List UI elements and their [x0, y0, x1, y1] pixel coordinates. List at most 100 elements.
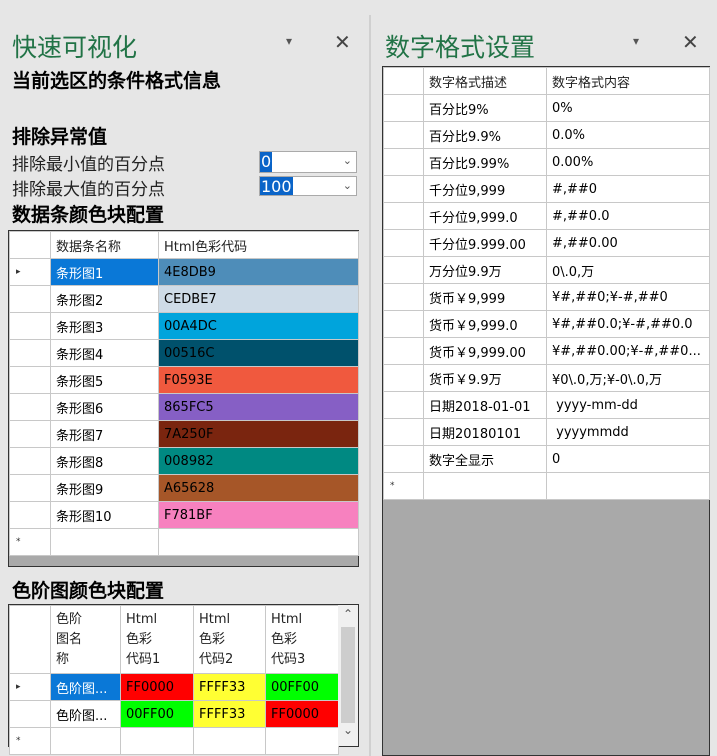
row-header[interactable]: ▸	[9, 258, 51, 286]
table-row[interactable]: 日期20180101 yyyymmdd	[383, 418, 710, 446]
table-row[interactable]: 千分位9.999.00 #,##0.00	[383, 229, 710, 257]
empty-cell[interactable]	[193, 727, 266, 755]
row-header[interactable]	[383, 148, 424, 176]
format-content-cell[interactable]: #,##0.00	[546, 229, 710, 257]
scale-name-cell[interactable]: 色阶图...	[50, 673, 121, 701]
format-content-cell[interactable]: ¥#,##0;¥-#,##0	[546, 283, 710, 311]
scale-color-cell[interactable]: 00FF00	[120, 700, 194, 728]
empty-cell[interactable]	[158, 528, 359, 556]
row-header[interactable]	[9, 700, 51, 728]
row-header[interactable]	[9, 447, 51, 475]
new-row[interactable]: *	[9, 528, 359, 556]
panel-splitter[interactable]	[369, 15, 371, 756]
format-desc-cell[interactable]: 货币￥9,999.00	[423, 337, 547, 365]
close-icon[interactable]: ✕	[682, 30, 699, 54]
format-desc-cell[interactable]: 日期2018-01-01	[423, 391, 547, 419]
close-icon[interactable]: ✕	[334, 30, 351, 54]
databar-color-cell[interactable]: 00A4DC	[158, 312, 359, 340]
row-header[interactable]	[383, 337, 424, 365]
scale-name-cell[interactable]: 色阶图...	[50, 700, 121, 728]
col-header-format[interactable]: 数字格式内容	[546, 67, 710, 95]
row-header[interactable]	[383, 364, 424, 392]
row-header[interactable]	[383, 283, 424, 311]
format-content-cell[interactable]: #,##0	[546, 175, 710, 203]
table-row[interactable]: ▸ 色阶图... FF0000 FFFF33 00FF00	[9, 673, 339, 701]
table-row[interactable]: 条形图3 00A4DC	[9, 312, 359, 340]
row-header[interactable]	[383, 391, 424, 419]
row-header[interactable]	[383, 229, 424, 257]
empty-cell[interactable]	[423, 472, 547, 500]
table-row[interactable]: 万分位9.9万 0\.0,万	[383, 256, 710, 284]
scale-color-cell[interactable]: FF0000	[265, 700, 339, 728]
table-row[interactable]: 条形图6 865FC5	[9, 393, 359, 421]
format-content-cell[interactable]: 0%	[546, 94, 710, 122]
col-header-code[interactable]: Html色彩代码	[158, 231, 359, 259]
scale-color-cell[interactable]: FFFF33	[193, 673, 266, 701]
table-row[interactable]: 日期2018-01-01 yyyy-mm-dd	[383, 391, 710, 419]
new-row[interactable]: *	[9, 727, 339, 755]
databar-name-cell[interactable]: 条形图10	[50, 501, 159, 529]
col-header-desc[interactable]: 数字格式描述	[423, 67, 547, 95]
format-desc-cell[interactable]: 百分比9%	[423, 94, 547, 122]
row-header[interactable]	[9, 366, 51, 394]
col-header-color3[interactable]: Html色彩代码3	[265, 605, 339, 674]
table-row[interactable]: 百分比9.99% 0.00%	[383, 148, 710, 176]
databar-name-cell[interactable]: 条形图3	[50, 312, 159, 340]
col-header-color1[interactable]: Html色彩代码1	[120, 605, 194, 674]
format-desc-cell[interactable]: 货币￥9.9万	[423, 364, 547, 392]
row-header[interactable]	[383, 310, 424, 338]
pane-options-icon[interactable]: ▾	[633, 34, 639, 48]
databar-name-cell[interactable]: 条形图7	[50, 420, 159, 448]
scrollbar-thumb[interactable]	[341, 627, 355, 723]
row-header[interactable]: *	[9, 727, 51, 755]
databar-color-cell[interactable]: 00516C	[158, 339, 359, 367]
row-header[interactable]	[9, 285, 51, 313]
colorscale-grid[interactable]: 色阶图名称 Html色彩代码1 Html色彩代码2 Html色彩代码3 ▸ 色阶图…	[8, 604, 359, 755]
table-row[interactable]: 数字全显示 0	[383, 445, 710, 473]
databar-color-cell[interactable]: 865FC5	[158, 393, 359, 421]
col-header-scale-name[interactable]: 色阶图名称	[50, 605, 121, 674]
row-header[interactable]: ▸	[9, 673, 51, 701]
table-row[interactable]: 条形图9 A65628	[9, 474, 359, 502]
row-header[interactable]	[383, 175, 424, 203]
format-desc-cell[interactable]: 货币￥9,999	[423, 283, 547, 311]
table-row[interactable]: 百分比9.9% 0.0%	[383, 121, 710, 149]
row-header[interactable]	[9, 312, 51, 340]
format-content-cell[interactable]: ¥0\.0,万;¥-0\.0,万	[546, 364, 710, 392]
format-content-cell[interactable]: yyyy-mm-dd	[546, 391, 710, 419]
row-header[interactable]	[383, 445, 424, 473]
databar-color-cell[interactable]: 7A250F	[158, 420, 359, 448]
databar-name-cell[interactable]: 条形图9	[50, 474, 159, 502]
number-format-grid[interactable]: 数字格式描述 数字格式内容 百分比9% 0% 百分比9.9% 0.0% 百分比9.99% 0…	[382, 66, 710, 756]
scale-color-cell[interactable]: FF0000	[120, 673, 194, 701]
format-content-cell[interactable]: #,##0.0	[546, 202, 710, 230]
row-header[interactable]	[9, 393, 51, 421]
table-row[interactable]: 色阶图... 00FF00 FFFF33 FF0000	[9, 700, 339, 728]
databar-name-cell[interactable]: 条形图6	[50, 393, 159, 421]
table-row[interactable]: 货币￥9.9万 ¥0\.0,万;¥-0\.0,万	[383, 364, 710, 392]
table-row[interactable]: 条形图10 F781BF	[9, 501, 359, 529]
scale-color-cell[interactable]: 00FF00	[265, 673, 339, 701]
table-row[interactable]: 千分位9,999.0 #,##0.0	[383, 202, 710, 230]
table-row[interactable]: 货币￥9,999.00 ¥#,##0.00;¥-#,##0...	[383, 337, 710, 365]
table-row[interactable]: 条形图7 7A250F	[9, 420, 359, 448]
table-row[interactable]: ▸ 条形图1 4E8DB9	[9, 258, 359, 286]
databar-color-cell[interactable]: A65628	[158, 474, 359, 502]
row-header[interactable]: *	[9, 528, 51, 556]
row-header[interactable]	[383, 121, 424, 149]
row-header[interactable]	[383, 94, 424, 122]
max-percentile-select[interactable]: 100 ⌄	[259, 176, 357, 196]
databar-name-cell[interactable]: 条形图1	[50, 258, 159, 286]
format-desc-cell[interactable]: 日期20180101	[423, 418, 547, 446]
empty-cell[interactable]	[120, 727, 194, 755]
table-row[interactable]: 货币￥9,999.0 ¥#,##0.0;¥-#,##0.0	[383, 310, 710, 338]
databar-color-cell[interactable]: CEDBE7	[158, 285, 359, 313]
format-desc-cell[interactable]: 千分位9,999.0	[423, 202, 547, 230]
format-desc-cell[interactable]: 货币￥9,999.0	[423, 310, 547, 338]
format-content-cell[interactable]: ¥#,##0.00;¥-#,##0...	[546, 337, 710, 365]
empty-cell[interactable]	[265, 727, 339, 755]
row-header[interactable]	[383, 202, 424, 230]
databar-name-cell[interactable]: 条形图4	[50, 339, 159, 367]
format-content-cell[interactable]: 0.00%	[546, 148, 710, 176]
format-desc-cell[interactable]: 万分位9.9万	[423, 256, 547, 284]
